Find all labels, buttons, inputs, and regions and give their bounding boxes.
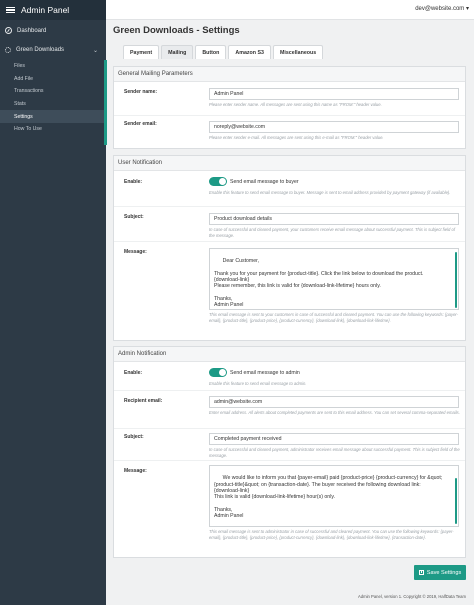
- admin-subject-help: In case of successful and cleared paymen…: [209, 447, 460, 458]
- tab-button[interactable]: Button: [195, 45, 227, 59]
- user-enable-label: Enable:: [124, 179, 143, 185]
- user-enable-toggle-wrap[interactable]: Send email message to buyer: [209, 177, 299, 186]
- admin-recipient-help: Enter email address. All alerts about co…: [209, 410, 460, 415]
- user-notification-panel: User Notification Enable: Send email mes…: [113, 155, 466, 341]
- user-email: dev@website.com: [415, 6, 465, 12]
- chevron-down-icon[interactable]: ⌄: [93, 47, 98, 54]
- admin-enable-help: Enable this feature to send email messag…: [209, 381, 307, 386]
- user-message-help: This email message is sent to your custo…: [209, 312, 459, 323]
- sidebar-item-dashboard[interactable]: Dashboard: [0, 20, 106, 41]
- caret-down-icon: ▾: [465, 6, 469, 12]
- page-title: Green Downloads - Settings: [113, 25, 240, 36]
- sidebar-group-green-downloads[interactable]: Green Downloads ⌄: [0, 41, 106, 59]
- user-menu[interactable]: dev@website.com ▾: [415, 5, 469, 12]
- sender-name-help: Please enter sender name. All messages a…: [209, 102, 382, 107]
- dashboard-icon: [5, 27, 12, 34]
- user-subject-row: Subject: Product download details In cas…: [114, 206, 465, 241]
- sidebar-item-label: Files: [14, 63, 25, 70]
- user-enable-row: Enable: Send email message to buyer Enab…: [114, 172, 465, 206]
- admin-message-scrollbar[interactable]: [455, 478, 457, 524]
- sidebar-item-stats[interactable]: Stats: [0, 98, 106, 111]
- sidebar-item-label: How To Use: [14, 126, 42, 133]
- admin-message-row: Message: We would like to inform you tha…: [114, 460, 465, 558]
- admin-message-textarea[interactable]: We would like to inform you that {payer-…: [209, 465, 459, 527]
- topbar: dev@website.com ▾: [106, 0, 474, 20]
- sender-email-label: Sender email:: [124, 121, 157, 127]
- admin-recipient-row: Recipient email: admin@website.com Enter…: [114, 390, 465, 428]
- footer-copyright: Admin Panel, version 1. Copyright © 2019…: [358, 594, 466, 599]
- panel-heading: User Notification: [114, 156, 465, 171]
- sidebar-group-label: Green Downloads: [16, 47, 65, 53]
- sidebar-item-settings[interactable]: Settings: [0, 110, 106, 123]
- admin-enable-toggle-wrap[interactable]: Send email message to admin: [209, 368, 300, 377]
- panel-heading: Admin Notification: [114, 347, 465, 362]
- user-enable-toggle[interactable]: [209, 177, 227, 186]
- admin-message-label: Message:: [124, 468, 147, 474]
- admin-subject-label: Subject:: [124, 434, 144, 440]
- sidebar-item-transactions[interactable]: Transactions: [0, 85, 106, 98]
- admin-recipient-label: Recipient email:: [124, 398, 163, 404]
- sidebar-item-label: Transactions: [14, 88, 44, 95]
- user-subject-label: Subject:: [124, 214, 144, 220]
- tab-mailing[interactable]: Mailing: [161, 45, 194, 59]
- admin-notification-panel: Admin Notification Enable: Send email me…: [113, 346, 466, 558]
- user-message-row: Message: Dear Customer, Thank you for yo…: [114, 241, 465, 341]
- sender-name-input[interactable]: Admin Panel: [209, 88, 459, 100]
- sender-email-row: Sender email: noreply@website.com Please…: [114, 115, 465, 149]
- admin-message-text: We would like to inform you that {payer-…: [214, 475, 443, 520]
- save-disk-icon: [418, 570, 424, 575]
- user-message-scrollbar[interactable]: [455, 252, 457, 308]
- admin-enable-toggle-label: Send email message to admin: [230, 369, 300, 376]
- admin-enable-row: Enable: Send email message to admin Enab…: [114, 363, 465, 390]
- sidebar-item-add-file[interactable]: Add File: [0, 73, 106, 86]
- sidebar-item-label: Stats: [14, 101, 26, 108]
- admin-recipient-input[interactable]: admin@website.com: [209, 396, 459, 408]
- active-section-indicator: [104, 60, 107, 145]
- settings-tabs: Payment Mailing Button Amazon S3 Miscell…: [123, 45, 325, 59]
- user-message-textarea[interactable]: Dear Customer, Thank you for your paymen…: [209, 248, 459, 310]
- user-subject-input[interactable]: Product download details: [209, 213, 459, 225]
- sidebar-item-label: Add File: [14, 75, 34, 82]
- sidebar-item-label: Dashboard: [17, 27, 47, 34]
- panel-heading: General Mailing Parameters: [114, 67, 465, 82]
- admin-subject-row: Subject: Completed payment received In c…: [114, 428, 465, 460]
- user-enable-toggle-label: Send email message to buyer: [230, 178, 299, 185]
- tab-miscellaneous[interactable]: Miscellaneous: [272, 45, 324, 59]
- brand[interactable]: Admin Panel: [0, 0, 106, 20]
- menu-icon[interactable]: [6, 5, 15, 15]
- user-enable-help: Enable this feature to send email messag…: [209, 190, 451, 195]
- tab-amazon-s3[interactable]: Amazon S3: [228, 45, 271, 59]
- sidebar-item-files[interactable]: Files: [0, 60, 106, 73]
- sender-name-row: Sender name: Admin Panel Please enter se…: [114, 83, 465, 115]
- sidebar-sublist: Files Add File Transactions Stats Settin…: [0, 60, 106, 136]
- admin-subject-input[interactable]: Completed payment received: [209, 433, 459, 445]
- sidebar-item-label: Settings: [14, 113, 33, 120]
- sidebar: Admin Panel Dashboard Green Downloads ⌄ …: [0, 0, 106, 605]
- user-message-text: Dear Customer, Thank you for your paymen…: [214, 258, 424, 309]
- tab-payment[interactable]: Payment: [123, 45, 160, 59]
- admin-enable-toggle[interactable]: [209, 368, 227, 377]
- admin-message-help: This email message is sent to administra…: [209, 529, 454, 540]
- save-settings-button[interactable]: Save Settings: [414, 565, 466, 580]
- sender-name-label: Sender name:: [124, 89, 158, 95]
- admin-enable-label: Enable:: [124, 370, 143, 376]
- save-settings-label: Save Settings: [426, 569, 462, 576]
- sender-email-help: Please enter sender e-mail. All messages…: [209, 135, 384, 140]
- sidebar-item-how-to-use[interactable]: How To Use: [0, 123, 106, 136]
- app-title: Admin Panel: [21, 5, 70, 15]
- user-subject-help: In case of successful and cleared paymen…: [209, 227, 456, 238]
- general-mailing-panel: General Mailing Parameters Sender name: …: [113, 66, 466, 149]
- gear-icon: [5, 47, 11, 53]
- sender-email-input[interactable]: noreply@website.com: [209, 121, 459, 133]
- user-message-label: Message:: [124, 249, 147, 255]
